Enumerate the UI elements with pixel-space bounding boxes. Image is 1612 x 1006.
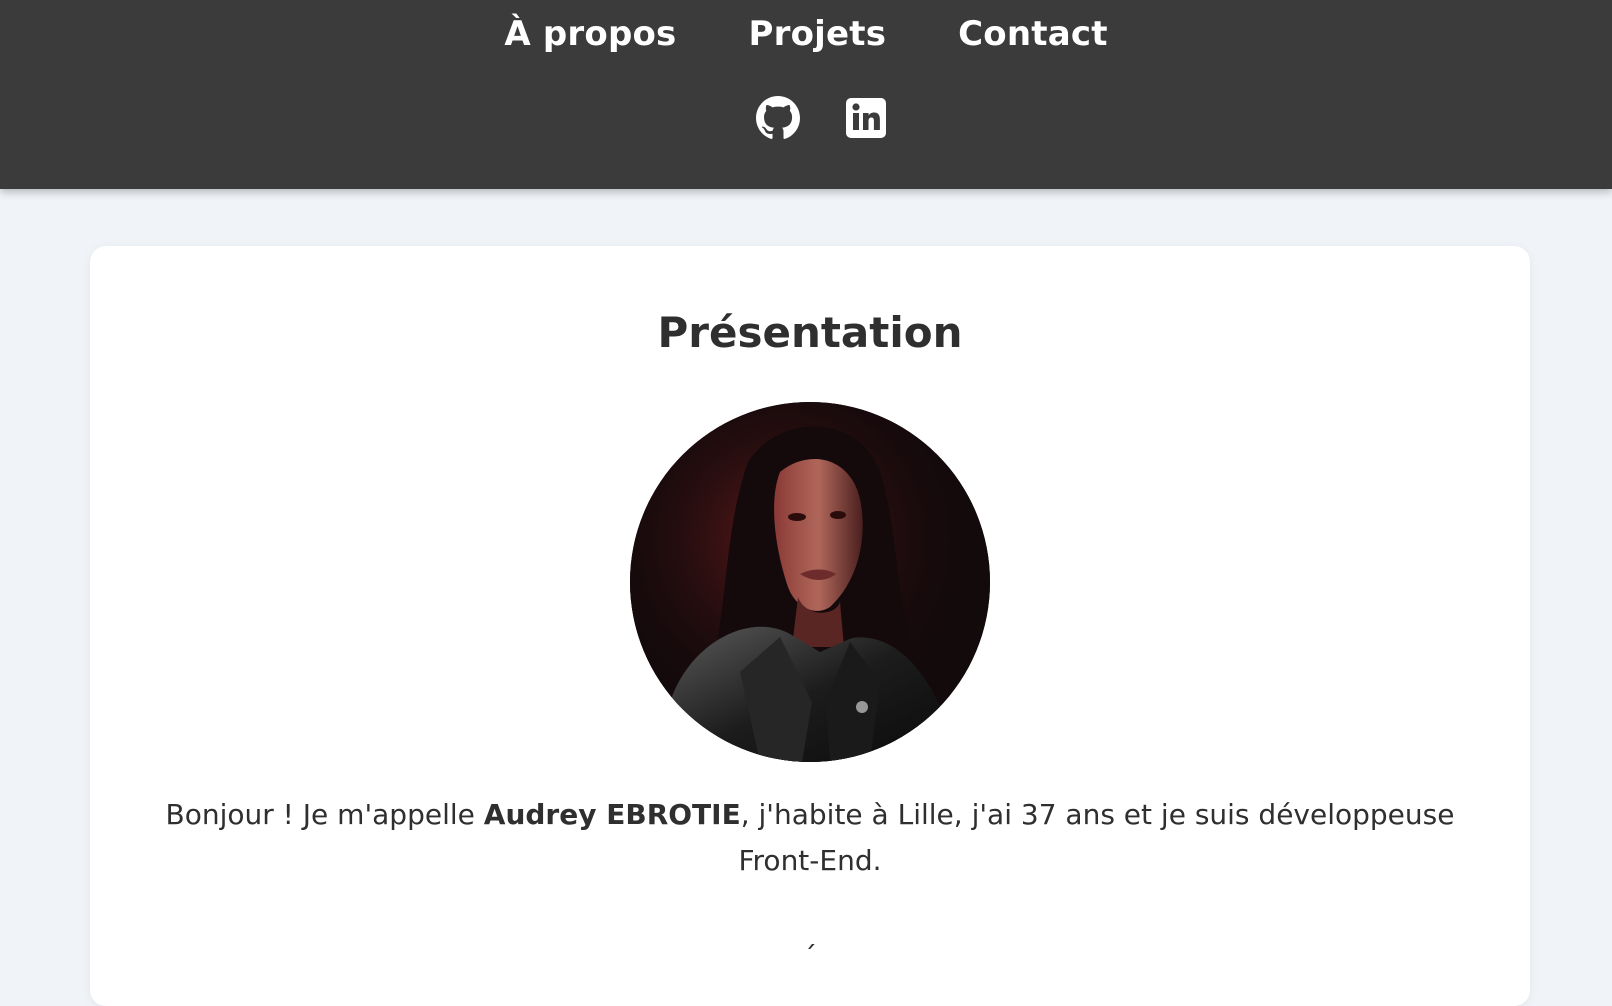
linkedin-icon [844, 96, 888, 140]
main-nav: À propos Projets Contact [0, 10, 1612, 58]
profile-photo [630, 402, 990, 762]
github-link[interactable] [756, 96, 800, 140]
github-icon [756, 96, 800, 140]
site-header: À propos Projets Contact [0, 0, 1612, 189]
author-name: Audrey EBROTIE [483, 798, 741, 831]
linkedin-link[interactable] [844, 96, 888, 140]
presentation-card: Présentation Bonjour ! Je m'appelle Audr… [90, 246, 1530, 1006]
intro-before: Bonjour ! Je m'appelle [165, 798, 484, 831]
nav-link-contact[interactable]: Contact [958, 10, 1108, 58]
nav-link-a-propos[interactable]: À propos [504, 10, 676, 58]
intro-text: Bonjour ! Je m'appelle Audrey EBROTIE, j… [150, 792, 1470, 884]
intro-after: , j'habite à Lille, j'ai 37 ans et je su… [738, 798, 1455, 877]
next-text-peek: ´ [803, 940, 817, 973]
social-links [0, 96, 1612, 140]
section-title: Présentation [657, 308, 963, 357]
nav-link-projets[interactable]: Projets [748, 10, 886, 58]
